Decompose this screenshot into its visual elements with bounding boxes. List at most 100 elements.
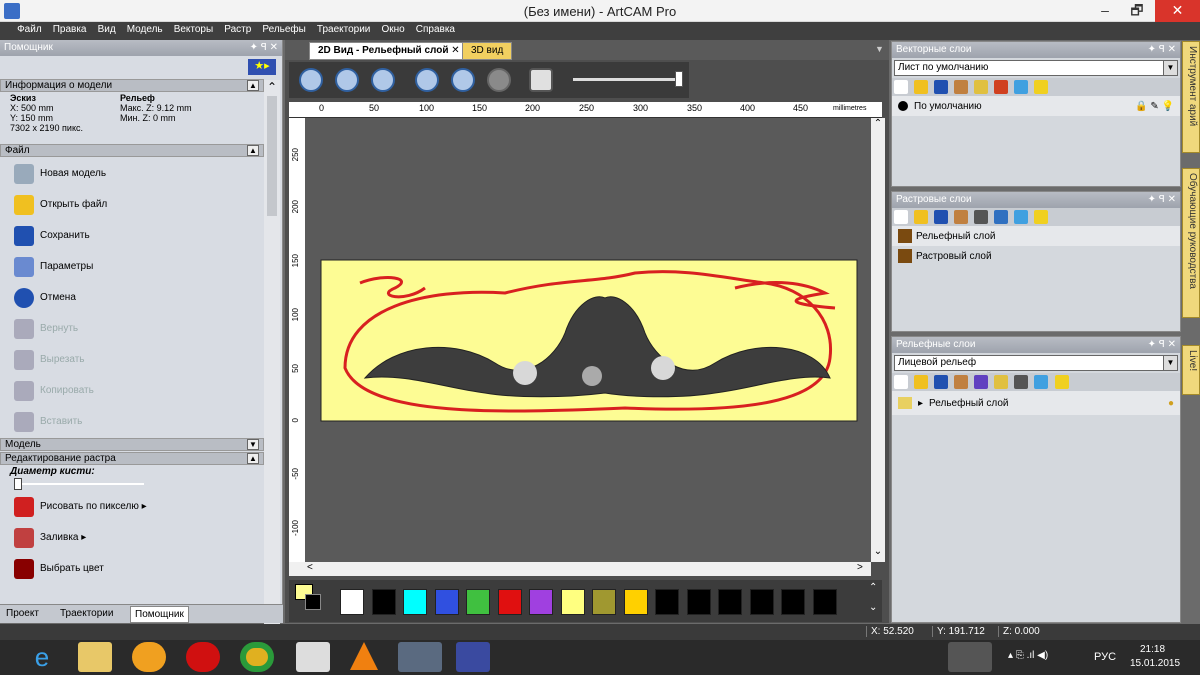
save-icon[interactable] [934,375,949,389]
lock-icon[interactable]: 🔒 ✎ 💡 [1135,101,1174,112]
relief-layer-row[interactable]: ▸ Рельефный слой ● [892,391,1180,415]
tab-2d-view[interactable]: 2D Вид - Рельефный слой ✕ [309,42,469,60]
star-icon[interactable]: ★▸ [248,59,276,75]
merge-icon[interactable] [974,375,989,389]
open-icon[interactable] [914,375,929,389]
new-layer-icon[interactable] [894,375,908,389]
palette-swatch[interactable] [718,589,742,615]
lightbulb-icon[interactable] [974,80,989,94]
clock-date[interactable]: 15.01.2015 [1130,658,1180,669]
calculator-icon[interactable] [1014,375,1029,389]
palette-swatch[interactable] [655,589,679,615]
new-layer-icon[interactable] [894,80,908,94]
palette-swatch[interactable] [403,589,427,615]
new-layer-icon[interactable] [894,210,908,224]
tab-project[interactable]: Проект [6,608,39,619]
section-model-info[interactable]: Информация о модели ▲ [0,79,264,92]
palette-swatch[interactable] [592,589,616,615]
open-icon[interactable] [914,80,929,94]
palette-scroll-down[interactable]: ⌄ [869,602,877,613]
vlc-icon[interactable] [350,642,378,670]
tray-app-icon[interactable] [948,642,992,672]
doc-menu-arrow[interactable]: ▼ [875,44,884,54]
merge-icon[interactable] [994,80,1009,94]
save-button[interactable]: Сохранить [0,220,264,251]
palette-swatch[interactable] [340,589,364,615]
visibility-bulb-icon[interactable]: ● [1168,398,1174,409]
copy-button[interactable]: Копировать [0,375,264,406]
clock-time[interactable]: 21:18 [1140,644,1165,655]
raster-icon[interactable] [974,210,989,224]
vector-sheet-dropdown[interactable]: Лист по умолчанию ▼ [894,60,1178,76]
maximize-button[interactable]: 🗗 [1122,0,1152,22]
close-button[interactable]: ✕ [1155,0,1200,22]
menu-reliefs[interactable]: Рельефы [258,22,309,37]
canvas-view[interactable] [305,118,871,562]
menu-raster[interactable]: Растр [220,22,255,37]
brush-slider-thumb[interactable] [14,478,22,490]
delete-icon[interactable] [1014,80,1029,94]
pick-color-button[interactable]: Выбрать цвет [0,553,264,584]
palette-swatch[interactable] [466,589,490,615]
menu-help[interactable]: Справка [412,22,459,37]
bulb-all-icon[interactable] [1034,210,1049,224]
zoom-box-icon[interactable] [487,68,511,92]
zoom-in-icon[interactable] [299,68,323,92]
palette-swatch[interactable] [371,589,396,615]
zoom-previous-icon[interactable] [371,68,395,92]
tab-helper[interactable]: Помощник [130,606,189,623]
app-orange-icon[interactable] [132,642,166,672]
menu-window[interactable]: Окно [377,22,408,37]
zoom-1to1-icon[interactable] [415,68,439,92]
delete-icon[interactable] [1034,375,1049,389]
artcam-alt-icon[interactable] [456,642,490,672]
canvas-vscrollbar[interactable]: ⌃ ⌄ [871,118,885,562]
redo-button[interactable]: Вернуть [0,313,264,344]
ie-icon[interactable]: e [24,642,60,672]
palette-swatch[interactable] [781,589,805,615]
minimize-button[interactable]: – [1090,0,1120,22]
side-tab-live[interactable]: Live! [1182,345,1200,395]
brush-slider[interactable] [0,477,264,491]
menu-model[interactable]: Модель [123,22,167,37]
palette-swatch[interactable] [497,589,522,615]
explorer-icon[interactable] [78,642,112,672]
bulb-all-icon[interactable] [1034,80,1049,94]
lightbulb-icon[interactable] [994,375,1009,389]
palette-swatch[interactable] [529,589,553,615]
draw-pixel-button[interactable]: Рисовать по пикселю ▸ [0,491,264,522]
expand-icon[interactable]: ▸ [918,398,923,409]
vector-layer-row[interactable]: По умолчанию 🔒 ✎ 💡 [892,96,1180,116]
import-icon[interactable] [954,80,969,94]
helper-scrollbar[interactable]: ⌃ ⌄ [264,80,280,628]
tab-3d-view[interactable]: 3D вид [462,42,513,60]
import-icon[interactable] [954,375,969,389]
bulb-all-icon[interactable] [1054,375,1069,389]
new-model-button[interactable]: Новая модель [0,158,264,189]
cnc-usb-icon[interactable] [296,642,330,672]
palette-swatch[interactable] [686,589,711,615]
palette-scroll-up[interactable]: ⌃ [869,582,877,593]
menu-view[interactable]: Вид [94,22,120,37]
zoom-out-icon[interactable] [335,68,359,92]
palette-swatch[interactable] [434,589,459,615]
cut-button[interactable]: Вырезать [0,344,264,375]
section-model[interactable]: Модель ▼ [0,438,264,451]
section-raster-edit[interactable]: Редактирование растра ▲ [0,452,264,465]
menu-file[interactable]: Файл [13,22,46,37]
tab-toolpaths[interactable]: Траектории [60,608,113,619]
palette-swatch[interactable] [560,589,585,615]
artcam-icon[interactable] [398,642,442,672]
section-file[interactable]: Файл ▲ [0,144,264,157]
tray-icons[interactable]: ▴ ⎘ .ıl ◀) [1008,650,1048,661]
palette-swatch[interactable] [623,589,648,615]
import-icon[interactable] [954,210,969,224]
view-slider-thumb[interactable] [675,71,683,87]
opera-icon[interactable] [186,642,220,672]
zoom-fit-icon[interactable] [451,68,475,92]
raster-layer-row[interactable]: Рельефный слой [892,226,1180,246]
save-icon[interactable] [934,80,949,94]
fill-button[interactable]: Заливка ▸ [0,522,264,553]
model-canvas[interactable] [305,118,871,562]
view-settings-icon[interactable] [529,68,553,92]
